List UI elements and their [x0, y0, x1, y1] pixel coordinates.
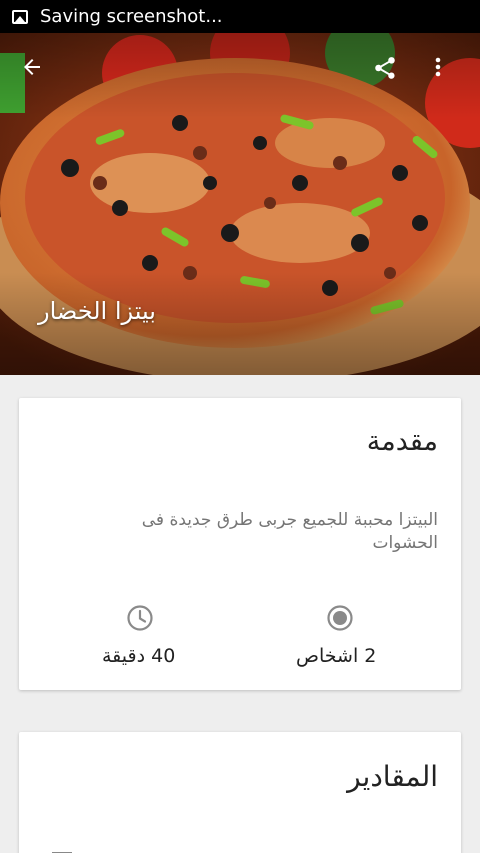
- more-vert-icon: [435, 57, 441, 77]
- recipe-title: بيتزا الخضار: [38, 297, 156, 325]
- intro-heading: مقدمة: [366, 426, 438, 457]
- status-text: Saving screenshot...: [40, 6, 223, 27]
- more-options-button[interactable]: [434, 55, 466, 91]
- servings: 2 اشخاص: [296, 645, 377, 667]
- ingredients-heading: المقادير: [347, 760, 438, 793]
- share-button[interactable]: [372, 55, 408, 91]
- prep-time: 40 دقيقة: [102, 645, 176, 667]
- hero-image: بيتزا الخضار: [0, 33, 480, 375]
- back-button[interactable]: [20, 55, 56, 91]
- clock-icon: [127, 605, 153, 631]
- ingredients-card: المقادير: [19, 732, 461, 853]
- share-icon: [375, 57, 395, 79]
- image-icon: [12, 9, 28, 24]
- arrow-back-icon: [24, 59, 40, 75]
- status-bar: Saving screenshot...: [0, 0, 480, 33]
- radio-icon: [327, 605, 353, 631]
- intro-description: البيتزا محببة للجميع جربى طرق جديدة فى ا…: [141, 510, 438, 553]
- intro-card: مقدمة البيتزا محببة للجميع جربى طرق جديد…: [19, 398, 461, 690]
